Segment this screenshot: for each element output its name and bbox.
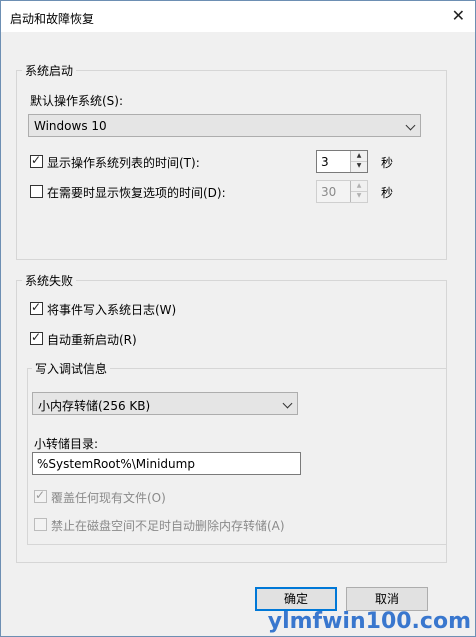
spin-down-icon[interactable]: ▼ bbox=[351, 191, 367, 201]
system-failure-title: 系统失败 bbox=[22, 272, 77, 289]
dump-dir-value: %SystemRoot%\Minidump bbox=[37, 457, 195, 471]
dump-type-value: 小内存转储(256 KB) bbox=[38, 399, 151, 413]
spinner-buttons: ▲ ▼ bbox=[350, 151, 367, 172]
spin-down-icon[interactable]: ▼ bbox=[351, 161, 367, 171]
show-os-list-seconds[interactable]: 3 ▲ ▼ bbox=[316, 150, 368, 173]
write-event-label[interactable]: 将事件写入系统日志(W) bbox=[47, 301, 176, 318]
auto-restart-label[interactable]: 自动重新启动(R) bbox=[47, 331, 137, 348]
debug-info-title: 写入调试信息 bbox=[32, 360, 111, 377]
check-icon: ✓ bbox=[35, 488, 46, 502]
overwrite-checkbox[interactable]: ✓ bbox=[34, 488, 47, 503]
cancel-button[interactable]: 取消 bbox=[346, 587, 428, 611]
seconds-unit-label: 秒 bbox=[381, 186, 394, 200]
default-os-dropdown[interactable]: Windows 10 bbox=[28, 114, 421, 137]
check-icon: ✓ bbox=[31, 330, 42, 344]
auto-restart-checkbox[interactable]: ✓ bbox=[30, 330, 43, 345]
dump-dir-input[interactable]: %SystemRoot%\Minidump bbox=[32, 452, 301, 475]
window-title: 启动和故障恢复 bbox=[10, 12, 95, 26]
chevron-down-icon bbox=[405, 120, 416, 131]
chevron-down-icon bbox=[282, 398, 293, 409]
close-icon[interactable]: ✕ bbox=[452, 6, 465, 26]
title-bar: 启动和故障恢复 ✕ bbox=[1, 1, 475, 32]
dump-dir-label: 小转储目录: bbox=[34, 437, 99, 451]
ok-button[interactable]: 确定 bbox=[255, 587, 337, 611]
system-startup-title: 系统启动 bbox=[22, 62, 77, 79]
show-recovery-checkbox[interactable] bbox=[30, 185, 43, 198]
show-recovery-value: 30 bbox=[321, 185, 337, 199]
default-os-label: 默认操作系统(S): bbox=[30, 94, 124, 108]
show-os-list-checkbox[interactable]: ✓ bbox=[30, 153, 43, 168]
disable-autodelete-label[interactable]: 禁止在磁盘空间不足时自动删除内存转储(A) bbox=[51, 517, 285, 534]
write-event-checkbox[interactable]: ✓ bbox=[30, 300, 43, 315]
show-os-list-label[interactable]: 显示操作系统列表的时间(T): bbox=[47, 154, 200, 171]
overwrite-label[interactable]: 覆盖任何现有文件(O) bbox=[51, 489, 166, 506]
show-os-list-value: 3 bbox=[321, 155, 329, 169]
watermark-logo: ylmfwin100.com bbox=[267, 609, 471, 634]
dump-type-dropdown[interactable]: 小内存转储(256 KB) bbox=[32, 392, 298, 415]
show-recovery-label[interactable]: 在需要时显示恢复选项的时间(D): bbox=[47, 184, 226, 201]
default-os-value: Windows 10 bbox=[34, 119, 107, 133]
check-icon: ✓ bbox=[31, 300, 42, 314]
seconds-unit-label: 秒 bbox=[381, 156, 394, 170]
disable-autodelete-checkbox[interactable] bbox=[34, 518, 47, 531]
startup-recovery-dialog: 启动和故障恢复 ✕ 系统启动 默认操作系统(S): Windows 10 ✓ 显… bbox=[0, 0, 476, 637]
check-icon: ✓ bbox=[31, 153, 42, 167]
spinner-buttons: ▲ ▼ bbox=[350, 181, 367, 202]
show-recovery-seconds[interactable]: 30 ▲ ▼ bbox=[316, 180, 368, 203]
